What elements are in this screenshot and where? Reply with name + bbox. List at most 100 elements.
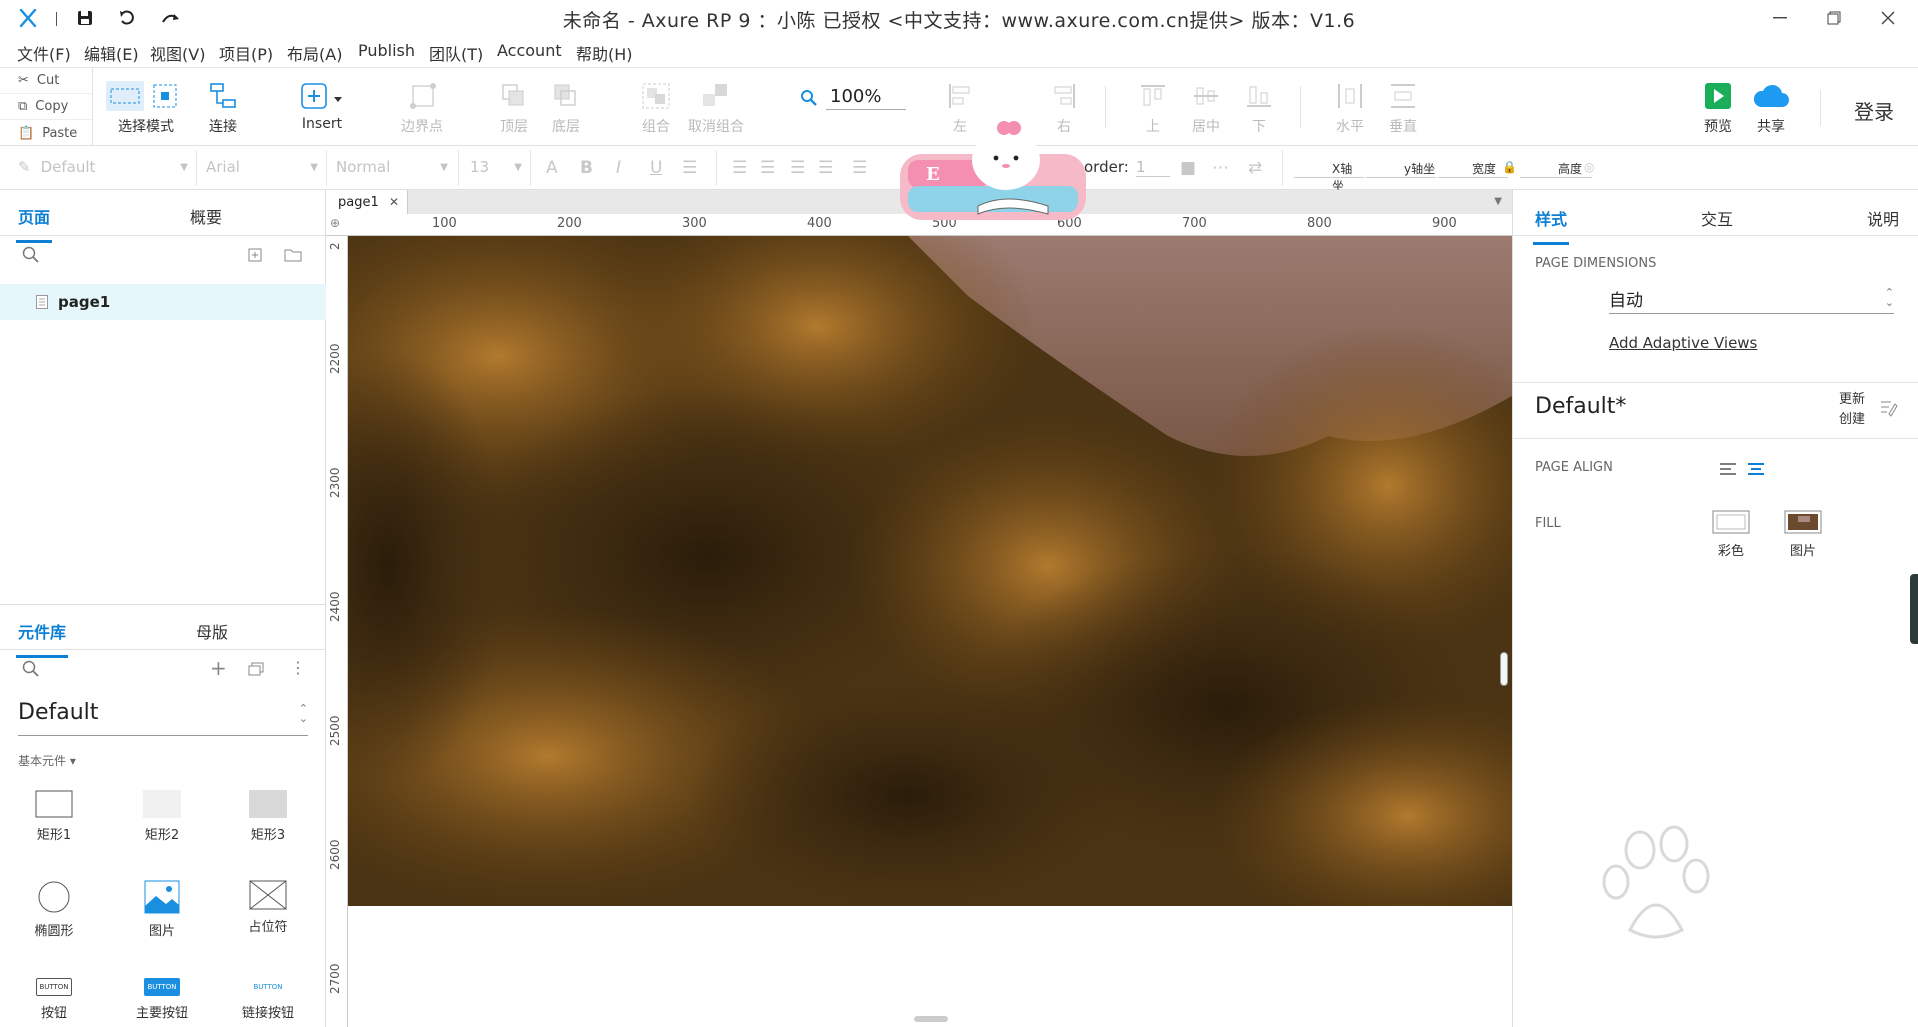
align-page-center-icon[interactable] (1747, 462, 1765, 476)
tab-pages[interactable]: 页面 (15, 204, 53, 243)
horizontal-scrollbar-thumb[interactable] (914, 1016, 948, 1022)
select-mode-button[interactable]: 选择模式 (106, 78, 186, 136)
align-text-right-icon[interactable]: ☰ (790, 158, 805, 178)
style-manage-icon[interactable] (1879, 398, 1899, 418)
side-widget-handle[interactable] (1910, 574, 1918, 644)
tab-menu-chevron-icon[interactable]: ▼ (1494, 196, 1502, 207)
font-size-select[interactable]: 13 ▼ (470, 158, 522, 176)
menu-file[interactable]: 文件(F) (17, 41, 71, 65)
add-library-icon[interactable]: + (210, 656, 227, 680)
boundary-points-button[interactable]: 边界点 (382, 78, 462, 136)
add-folder-icon[interactable] (284, 248, 302, 262)
format-divider (326, 150, 327, 186)
ruler-label: 200 (557, 216, 582, 231)
login-button[interactable]: 登录 (1854, 96, 1894, 125)
create-style-link[interactable]: 创建 (1839, 408, 1865, 427)
align-text-center-icon[interactable]: ☰ (760, 158, 775, 178)
underline-icon[interactable]: U (650, 158, 662, 178)
visibility-icon[interactable]: ◎ (1584, 160, 1594, 174)
search-icon[interactable] (22, 660, 40, 678)
close-tab-icon[interactable]: ✕ (389, 195, 399, 209)
paste-button[interactable]: 📋 Paste (0, 120, 92, 146)
share-button[interactable]: 共享 (1731, 78, 1811, 136)
format-divider (458, 150, 459, 186)
page-list-item[interactable]: page1 (0, 284, 326, 320)
widget-rectangle-3[interactable]: 矩形3 (218, 790, 318, 843)
add-adaptive-views-link[interactable]: Add Adaptive Views (1609, 334, 1757, 352)
y-coordinate-input[interactable]: y轴坐 (1366, 160, 1436, 178)
bullet-list-icon[interactable]: ☰ (682, 158, 697, 178)
widget-placeholder[interactable]: 占位符 (218, 880, 318, 935)
widget-link-button[interactable]: BUTTON 链接按钮 (218, 978, 318, 1021)
tab-interactions[interactable]: 交互 (1701, 206, 1733, 230)
tab-outline[interactable]: 概要 (190, 204, 222, 228)
close-icon[interactable] (1866, 4, 1910, 32)
x-coordinate-input[interactable]: X轴坐 (1294, 160, 1364, 193)
align-page-left-icon[interactable] (1719, 462, 1737, 476)
fill-image-option[interactable]: 图片 (1773, 510, 1833, 559)
menu-view[interactable]: 视图(V) (150, 41, 205, 65)
background-photo-trees[interactable] (348, 236, 1512, 906)
height-input[interactable]: 高度 (1520, 160, 1592, 178)
bold-icon[interactable]: B (580, 158, 593, 178)
tab-library[interactable]: 元件库 (15, 619, 69, 658)
italic-icon[interactable]: I (616, 158, 621, 178)
border-style-icon[interactable]: ⋯ (1212, 158, 1229, 178)
line-spacing-icon[interactable]: ☰ (852, 158, 867, 178)
design-canvas[interactable] (348, 236, 1512, 1027)
tab-notes[interactable]: 说明 (1867, 206, 1899, 230)
font-color-icon[interactable]: A (546, 158, 558, 178)
width-input[interactable]: 宽度 (1438, 160, 1508, 178)
widget-rectangle-2[interactable]: 矩形2 (112, 790, 212, 843)
align-text-left-icon[interactable]: ☰ (732, 158, 747, 178)
widget-rectangle-1[interactable]: 矩形1 (4, 790, 104, 843)
connect-button[interactable]: 连接 (183, 78, 263, 136)
distribute-vertical-button[interactable]: 垂直 (1363, 78, 1443, 136)
more-options-icon[interactable]: ⋮ (290, 658, 306, 677)
minimize-icon[interactable] (1758, 4, 1802, 32)
font-weight-select[interactable]: Normal ▼ (336, 158, 448, 176)
widget-button[interactable]: BUTTON 按钮 (4, 978, 104, 1021)
menu-arrange[interactable]: 布局(A) (287, 41, 342, 65)
widget-primary-button[interactable]: BUTTON 主要按钮 (112, 978, 212, 1021)
library-select[interactable]: Default ⌃ ⌄ (18, 700, 308, 736)
page-dimensions-select[interactable]: 自动 ⌃ ⌄ (1609, 286, 1894, 314)
justify-text-icon[interactable]: ☰ (818, 158, 833, 178)
send-to-back-button[interactable]: 底层 (526, 78, 606, 136)
library-group-label[interactable]: 基本元件 ▾ (18, 752, 76, 769)
widget-ellipse[interactable]: 椭圆形 (4, 880, 104, 939)
ruler-label: 800 (1307, 216, 1332, 231)
ungroup-button[interactable]: 取消组合 (676, 78, 756, 136)
copy-button[interactable]: ⧉ Copy (0, 94, 92, 120)
cut-button[interactable]: ✂ Cut (0, 68, 92, 94)
border-color-icon[interactable]: ■ (1180, 158, 1196, 178)
align-bottom-button[interactable]: 下 (1219, 78, 1299, 136)
library-manage-icon[interactable] (248, 662, 264, 676)
widget-image[interactable]: 图片 (112, 880, 212, 939)
style-select[interactable]: ✎ Default ▼ (18, 158, 188, 176)
search-icon[interactable] (22, 246, 40, 264)
update-style-link[interactable]: 更新 (1839, 388, 1865, 407)
menu-publish[interactable]: Publish (358, 41, 415, 60)
border-width-input[interactable]: 1 (1136, 158, 1170, 177)
tab-masters[interactable]: 母版 (196, 619, 228, 643)
add-page-icon[interactable] (248, 248, 262, 262)
menu-edit[interactable]: 编辑(E) (84, 41, 139, 65)
ellipse-icon (38, 881, 70, 913)
font-family-select[interactable]: Arial ▼ (206, 158, 318, 176)
page-style-name[interactable]: Default* (1535, 394, 1626, 419)
menu-account[interactable]: Account (497, 41, 562, 60)
tab-page1[interactable]: page1 ✕ (326, 190, 408, 214)
menu-project[interactable]: 项目(P) (219, 41, 273, 65)
arrow-style-icon[interactable]: ⇄ (1248, 158, 1262, 178)
fill-color-option[interactable]: 彩色 (1701, 510, 1761, 559)
zoom-value[interactable]: 100% (826, 86, 906, 110)
menu-team[interactable]: 团队(T) (429, 41, 483, 65)
zoom-control[interactable]: 100% (800, 86, 906, 110)
menu-help[interactable]: 帮助(H) (576, 41, 633, 65)
tab-style[interactable]: 样式 (1532, 206, 1570, 245)
insert-button[interactable]: Insert (282, 78, 362, 132)
lock-icon[interactable]: 🔒 (1502, 160, 1517, 174)
restore-icon[interactable] (1812, 4, 1856, 32)
vertical-scrollbar-thumb[interactable] (1500, 652, 1508, 686)
